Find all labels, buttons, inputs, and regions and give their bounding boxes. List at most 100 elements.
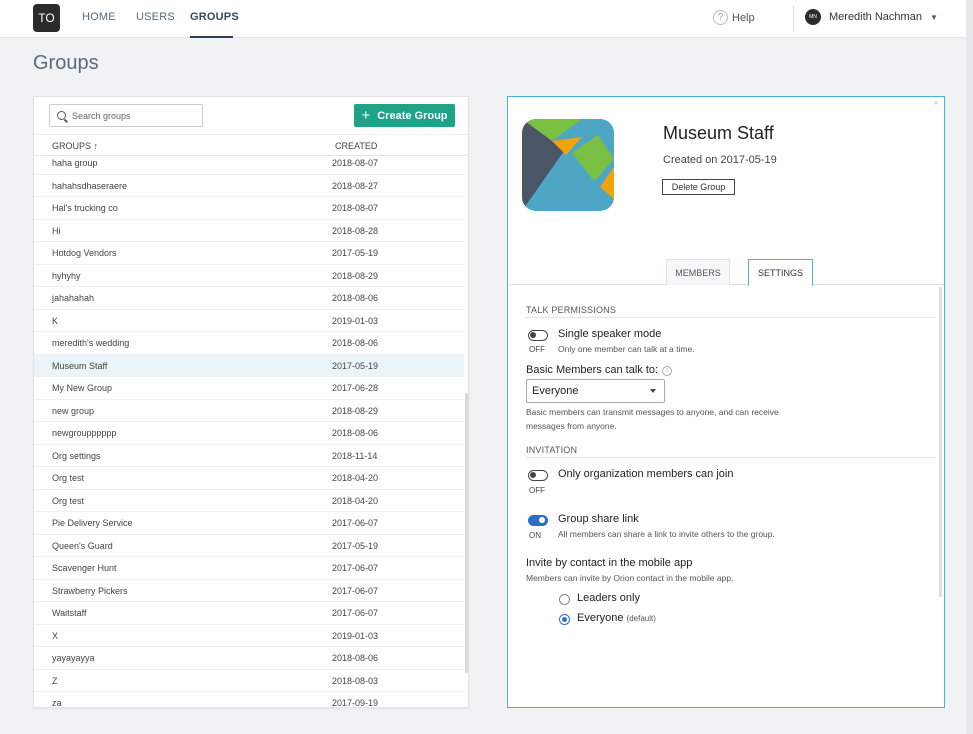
group-created-cell: 2017-06-07 [332,608,379,618]
invite-contact-label: Invite by contact in the mobile app [526,557,693,569]
share-link-toggle[interactable] [528,515,548,526]
plus-icon: + [361,107,371,124]
group-created-cell: 2018-08-27 [332,180,379,191]
table-row[interactable]: Hotdog Vendors 2017-05-19 [34,242,464,265]
group-created-cell: 2018-08-06 [332,428,379,438]
table-row[interactable]: My New Group 2017-06-28 [34,377,464,400]
table-row[interactable]: meredith's wedding 2018-08-06 [34,332,464,355]
table-row[interactable]: hyhyhy 2018-08-29 [34,265,464,287]
table-row[interactable]: jahahahah 2018-08-06 [34,287,464,310]
group-name-cell: Strawberry Pickers [52,585,128,596]
single-speaker-state: OFF [529,345,545,354]
basic-members-label: Basic Members can talk to: i [526,364,673,376]
group-name-cell: Scavenger Hunt [52,563,117,573]
search-icon [57,111,66,120]
group-name-cell: Museum Staff [52,360,108,371]
table-row[interactable]: Org test 2018-04-20 [34,467,464,490]
create-group-label: Create Group [377,109,448,122]
group-name-cell: My New Group [52,383,113,393]
help-link[interactable]: ? Help [713,10,755,25]
table-row[interactable]: Waitstaff 2017-06-07 [34,602,464,625]
group-created-cell: 2018-08-06 [332,338,379,348]
group-name-cell: new group [52,405,95,416]
table-row[interactable]: K 2019-01-03 [34,310,464,332]
page-scrollbar[interactable] [966,0,973,734]
settings-scrollbar[interactable] [939,287,942,597]
group-created-cell: 2019-01-03 [332,630,379,641]
table-row[interactable]: Museum Staff 2017-05-19 [34,354,464,377]
table-row[interactable]: Hi 2018-08-28 [34,220,464,242]
group-name-cell: newgroupppppp [52,428,117,438]
tab-members[interactable]: MEMBERS [666,259,730,285]
group-created-cell: 2018-08-07 [332,203,379,213]
create-group-button[interactable]: + Create Group [354,104,455,127]
basic-members-select[interactable]: Everyone [526,379,665,403]
table-row[interactable]: Org test 2018-04-20 [34,490,464,512]
list-scrollbar[interactable] [465,393,468,673]
group-name-cell: Org test [52,495,85,506]
table-row[interactable]: Hal's trucking co 2018-08-07 [34,197,464,220]
table-row[interactable]: yayayayya 2018-08-06 [34,647,464,670]
share-link-state: ON [529,531,541,540]
search-box[interactable] [49,104,203,127]
group-name-cell: Queen's Guard [52,540,113,551]
nav-users[interactable]: USERS [136,11,175,23]
table-row[interactable]: Org settings 2018-11-14 [34,445,464,467]
table-row[interactable]: Scavenger Hunt 2017-06-07 [34,557,464,580]
column-header-groups[interactable]: GROUPS ↑ [52,141,98,151]
group-created-cell: 2017-05-19 [332,360,379,371]
group-created-cell: 2017-05-19 [332,540,379,551]
org-only-toggle[interactable] [528,470,548,481]
user-menu[interactable]: MN Meredith Nachman ▼ [805,9,938,25]
chevron-down-icon [650,389,656,393]
group-detail-panel: × Museum Staff Created on 2017-05-19 Del… [507,96,945,708]
group-avatar-icon [522,119,614,211]
share-link-label: Group share link [558,513,639,525]
group-name-cell: K [52,315,59,326]
table-row[interactable]: Z 2018-08-03 [34,670,464,692]
group-name-cell: za [52,698,62,708]
group-created-cell: 2019-01-03 [332,315,379,326]
group-name-cell: jahahahah [52,293,95,303]
table-row[interactable]: Pie Delivery Service 2017-06-07 [34,512,464,535]
group-created-cell: 2017-06-28 [332,383,379,393]
close-icon[interactable]: × [933,98,939,109]
group-name: Museum Staff [663,123,774,143]
group-name-cell: Pie Delivery Service [52,518,133,528]
group-name-cell: haha group [52,158,98,168]
tab-settings[interactable]: SETTINGS [748,259,813,286]
table-row[interactable]: new group 2018-08-29 [34,400,464,422]
radio-everyone[interactable] [559,614,570,625]
search-input[interactable] [72,110,197,121]
share-link-desc: All members can share a link to invite o… [558,529,775,539]
info-icon[interactable]: i [662,365,673,376]
group-created-cell: 2018-08-06 [332,653,379,663]
group-name-cell: Z [52,675,58,686]
help-icon: ? [713,10,728,25]
table-row[interactable]: newgroupppppp 2018-08-06 [34,422,464,445]
group-name-cell: Hotdog Vendors [52,248,117,258]
nav-groups[interactable]: GROUPS [190,11,239,23]
table-row[interactable]: za 2017-09-19 [34,692,464,708]
basic-members-label-text: Basic Members can talk to: [526,364,659,376]
group-created-cell: 2018-04-20 [332,473,379,483]
radio-leaders-only[interactable] [559,594,570,605]
nav-home[interactable]: HOME [82,11,116,23]
single-speaker-toggle[interactable] [528,330,548,341]
group-name-cell: Org test [52,473,85,483]
table-row[interactable]: haha group 2018-08-07 [34,152,464,175]
delete-group-button[interactable]: Delete Group [662,179,735,195]
group-name-cell: yayayayya [52,653,95,663]
basic-members-select-value: Everyone [532,385,579,397]
column-header-created[interactable]: CREATED [335,141,377,151]
single-speaker-desc: Only one member can talk at a time. [558,344,695,354]
group-created-cell: 2018-08-29 [332,405,379,416]
table-row[interactable]: hahahsdhaseraere 2018-08-27 [34,175,464,197]
group-name-cell: Org settings [52,450,101,461]
table-row[interactable]: Strawberry Pickers 2017-06-07 [34,580,464,602]
radio-everyone-text: Everyone [577,612,624,624]
org-logo[interactable]: TO [33,4,60,32]
table-row[interactable]: Queen's Guard 2017-05-19 [34,535,464,557]
top-nav: TO HOME USERS GROUPS ? Help MN Meredith … [0,0,966,38]
table-row[interactable]: X 2019-01-03 [34,625,464,647]
